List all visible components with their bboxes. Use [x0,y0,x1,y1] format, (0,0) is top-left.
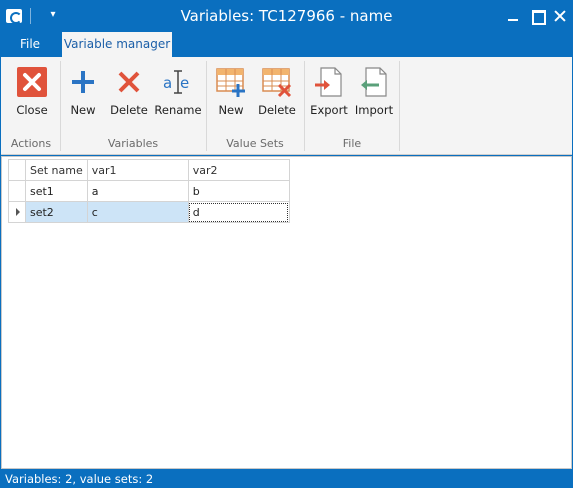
cell-set-name[interactable]: set2 [25,201,88,223]
red-x-icon [118,71,140,93]
table-delete-icon [262,68,292,98]
column-header-var2[interactable]: var2 [187,159,290,181]
maximize-button[interactable] [526,6,550,26]
cell-var1[interactable]: c [86,201,189,223]
table-row[interactable]: set1 a b [8,180,290,202]
row-header-corner [8,159,26,181]
group-label-actions: Actions [10,137,52,150]
group-label-variables: Variables [107,137,159,150]
cell-set-name[interactable]: set1 [25,180,88,202]
cell-var1[interactable]: a [86,180,189,202]
tab-file[interactable]: File [10,32,50,57]
import-label: Import [354,103,394,117]
group-label-file: File [342,137,362,150]
plus-icon [72,71,94,93]
close-button[interactable]: Close [7,63,57,129]
current-row-indicator-icon [16,208,20,216]
svg-text:a: a [163,74,172,92]
grid-header-row: Set name var1 var2 [8,159,290,181]
import-icon [361,67,387,97]
title-bar: ▾ Variables: TC127966 - name [0,0,573,32]
ribbon-tabs: File Variable manager [0,32,573,57]
row-header[interactable] [8,201,26,223]
status-bar: Variables: 2, value sets: 2 [0,470,573,488]
value-sets-grid-area: Set name var1 var2 set1 a b set2 c d [1,156,572,469]
value-sets-grid[interactable]: Set name var1 var2 set1 a b set2 c d [8,159,290,223]
rename-variable-button[interactable]: a e Rename [154,63,202,129]
export-icon [315,67,342,97]
import-button[interactable]: Import [355,63,393,129]
close-window-button[interactable] [548,6,572,26]
group-separator [399,61,400,151]
window-title: Variables: TC127966 - name [180,7,393,25]
close-x-icon [17,67,47,97]
new-value-set-button[interactable]: New [213,63,249,129]
row-header[interactable] [8,180,26,202]
column-header-set-name[interactable]: Set name [25,159,88,181]
table-add-icon [216,68,245,97]
cell-var2[interactable]: b [187,180,290,202]
table-row[interactable]: set2 c d [8,201,290,223]
column-header-var1[interactable]: var1 [86,159,189,181]
delete-value-set-label: Delete [258,103,296,117]
delete-value-set-button[interactable]: Delete [257,63,297,129]
group-label-value-sets: Value Sets [226,137,284,150]
new-variable-button[interactable]: New [65,63,101,129]
rename-icon: a e [163,70,189,94]
cell-var2[interactable]: d [187,201,290,223]
delete-variable-button[interactable]: Delete [109,63,149,129]
minimize-button[interactable] [502,6,526,26]
export-button[interactable]: Export [310,63,348,129]
svg-text:e: e [180,74,189,92]
rename-variable-label: Rename [154,103,202,117]
ribbon: Close Actions New Delete a e Rename Vari… [1,57,572,155]
tab-variable-manager[interactable]: Variable manager [62,32,172,57]
